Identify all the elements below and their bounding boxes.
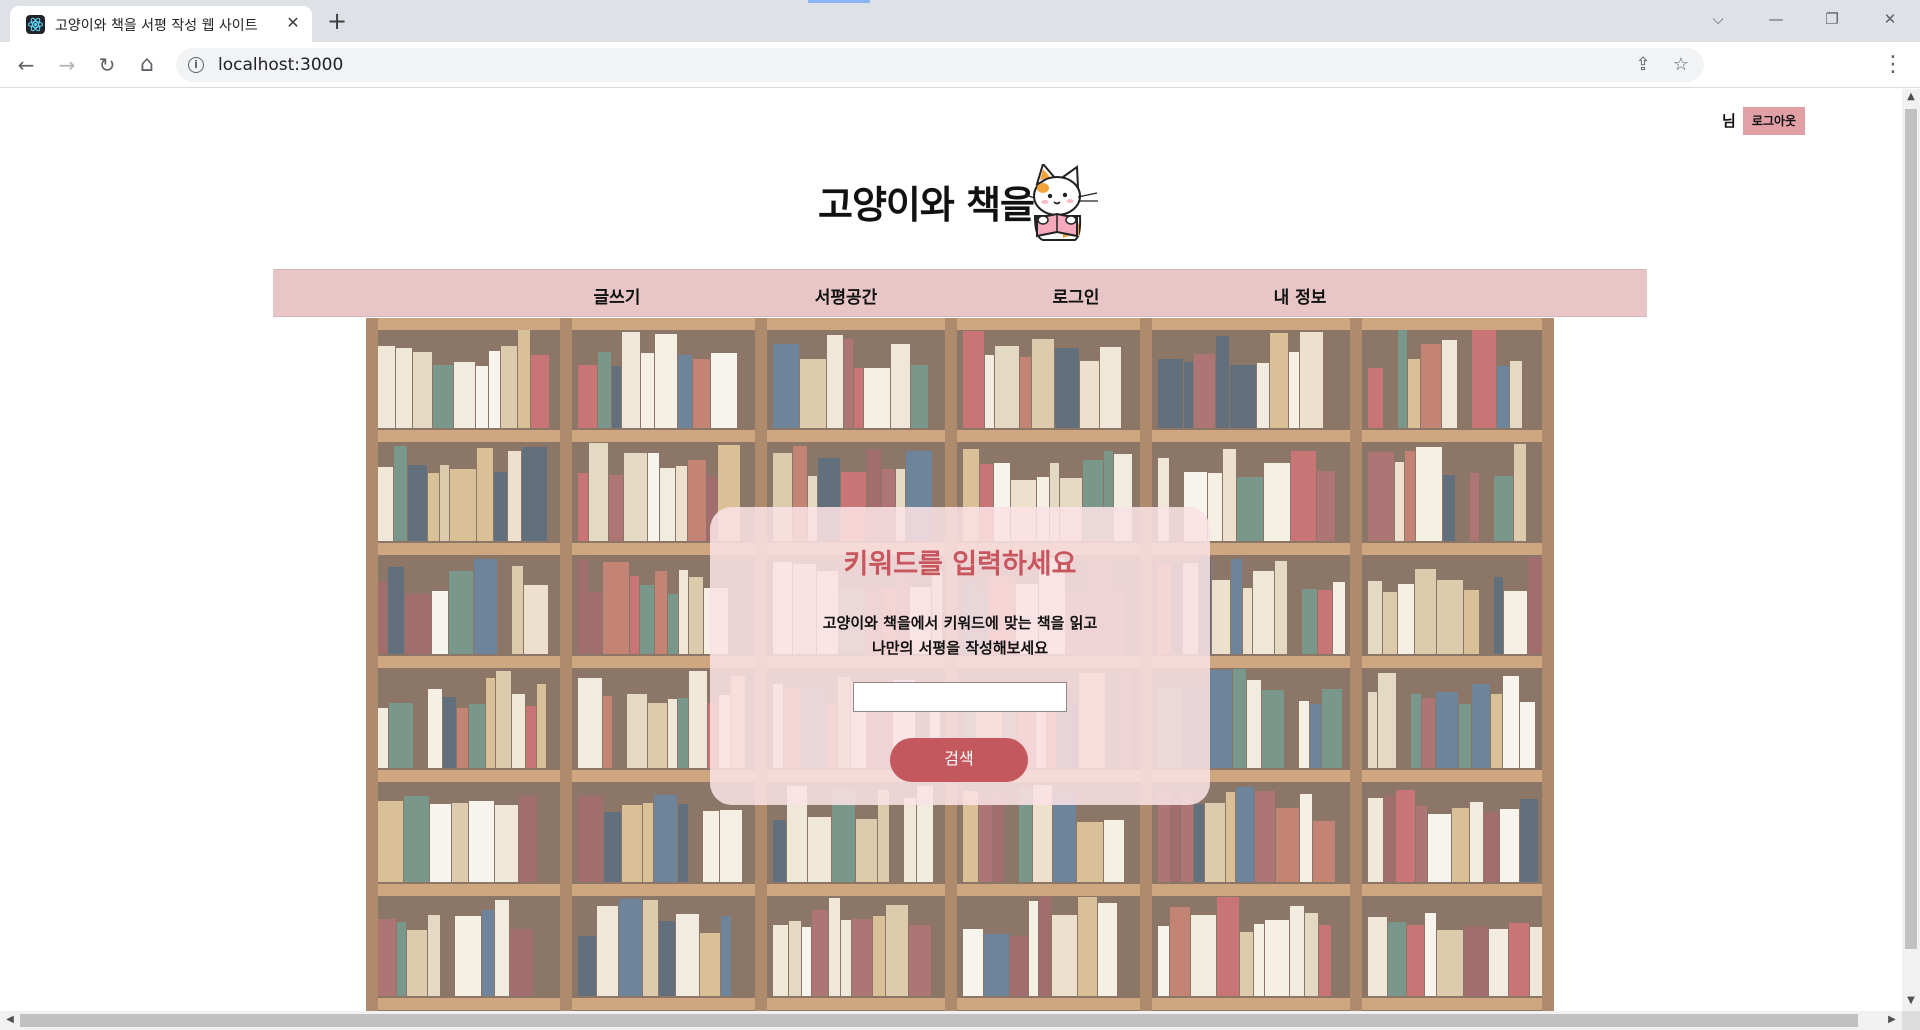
- reload-icon[interactable]: ↻: [91, 49, 123, 81]
- vertical-scrollbar[interactable]: ▲ ▼: [1902, 89, 1920, 1011]
- horizontal-scroll-thumb[interactable]: [20, 1014, 1858, 1027]
- nav-item-my-info[interactable]: 내 정보: [1240, 283, 1360, 308]
- search-heading: 키워드를 입력하세요: [843, 549, 1077, 580]
- bookshelf-hero-image: 키워드를 입력하세요 고양이와 책을에서 키워드에 맞는 책을 읽고 나만의 서…: [366, 318, 1554, 1011]
- scroll-right-arrow-icon[interactable]: ▶: [1884, 1014, 1900, 1025]
- main-navigation: 글쓰기 서평공간 로그인 내 정보: [273, 269, 1647, 317]
- new-tab-button[interactable]: +: [324, 9, 350, 35]
- back-arrow-icon[interactable]: ←: [10, 49, 42, 81]
- forward-arrow-icon[interactable]: →: [51, 49, 83, 81]
- nav-item-login[interactable]: 로그인: [1016, 283, 1136, 308]
- share-icon[interactable]: ⇪: [1630, 52, 1656, 78]
- home-icon[interactable]: ⌂: [131, 49, 163, 81]
- scroll-down-arrow-icon[interactable]: ▼: [1903, 995, 1919, 1006]
- tab-accent: [808, 0, 870, 3]
- url-text[interactable]: localhost:3000: [218, 55, 343, 75]
- scrollbar-corner: [1902, 1011, 1920, 1030]
- search-description-line-2: 나만의 서평을 작성해보세요: [871, 639, 1049, 657]
- nav-item-review-space[interactable]: 서평공간: [786, 283, 906, 308]
- scroll-up-arrow-icon[interactable]: ▲: [1903, 91, 1919, 102]
- minimize-button[interactable]: —: [1754, 4, 1798, 34]
- browser-tabstrip: 고양이와 책을 서평 작성 웹 사이트 ✕ + ⌵ — ❐ ✕: [0, 0, 1920, 42]
- address-bar[interactable]: i localhost:3000 ⇪ ☆: [176, 48, 1704, 82]
- chevron-down-icon[interactable]: ⌵: [1696, 4, 1740, 34]
- search-description-line-1: 고양이와 책을에서 키워드에 맞는 책을 읽고: [822, 614, 1098, 632]
- close-icon[interactable]: ✕: [282, 12, 304, 34]
- react-icon: [26, 15, 45, 34]
- kebab-menu-icon[interactable]: ⋮: [1877, 49, 1909, 81]
- keyword-search-input[interactable]: [853, 682, 1067, 712]
- info-icon[interactable]: i: [188, 57, 204, 73]
- vertical-scroll-thumb[interactable]: [1905, 109, 1917, 949]
- logout-button[interactable]: 로그아웃: [1743, 107, 1805, 135]
- cat-reading-book-icon: [1024, 164, 1098, 241]
- scroll-left-arrow-icon[interactable]: ◀: [2, 1014, 18, 1025]
- window-close-button[interactable]: ✕: [1868, 4, 1912, 34]
- browser-tab[interactable]: 고양이와 책을 서평 작성 웹 사이트 ✕: [10, 6, 312, 42]
- search-description: 고양이와 책을에서 키워드에 맞는 책을 읽고 나만의 서평을 작성해보세요: [710, 611, 1210, 661]
- site-title: 고양이와 책을: [818, 183, 1035, 227]
- search-button[interactable]: 검색: [890, 738, 1028, 782]
- nav-item-write[interactable]: 글쓰기: [557, 283, 677, 308]
- horizontal-scrollbar[interactable]: ◀ ▶: [0, 1011, 1902, 1030]
- browser-toolbar: ← → ↻ ⌂ i localhost:3000 ⇪ ☆ ⋮: [0, 42, 1920, 88]
- search-card: 키워드를 입력하세요 고양이와 책을에서 키워드에 맞는 책을 읽고 나만의 서…: [710, 507, 1210, 805]
- tab-title: 고양이와 책을 서평 작성 웹 사이트: [55, 18, 258, 34]
- restore-button[interactable]: ❐: [1810, 4, 1854, 34]
- user-greeting: 님: [1722, 112, 1736, 130]
- bookmark-star-icon[interactable]: ☆: [1668, 52, 1694, 78]
- page-viewport: 님 로그아웃 고양이와 책을 글쓰기 서평공간 로그인 내 정보 키워드를 입력…: [0, 89, 1902, 1011]
